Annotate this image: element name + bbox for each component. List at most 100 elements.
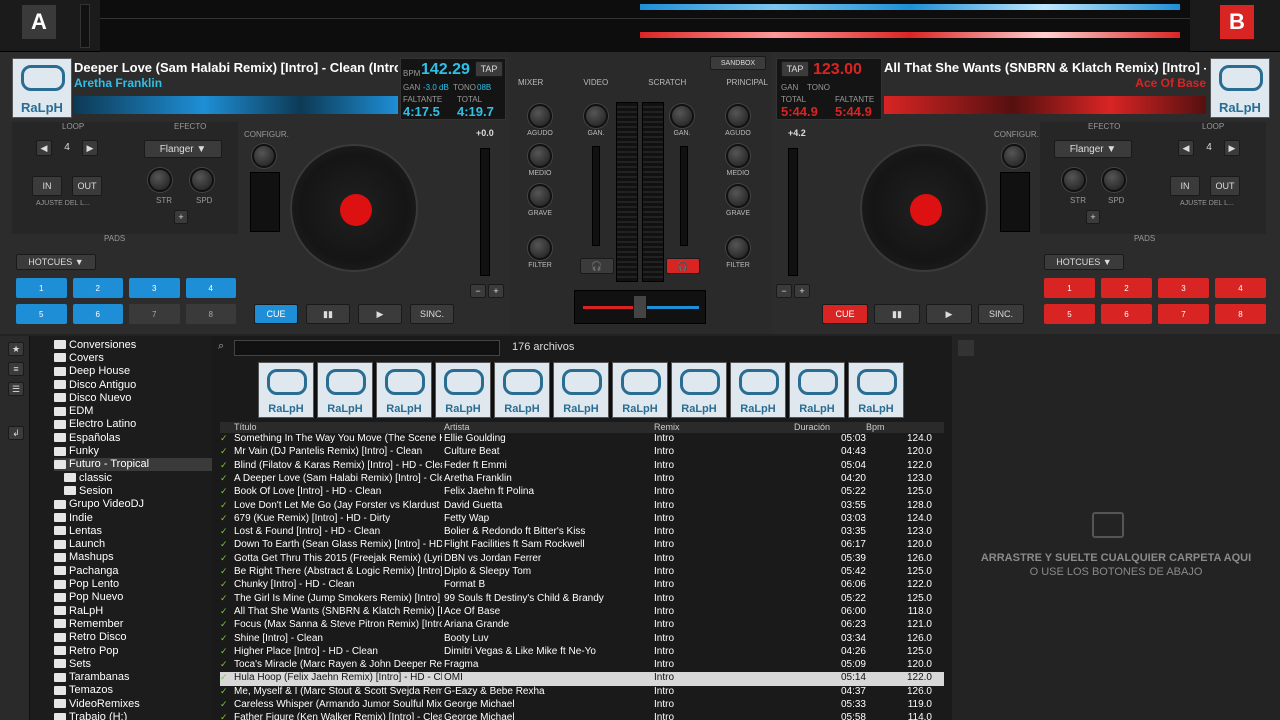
sideview-button[interactable] [958, 340, 974, 356]
folder-item[interactable]: Deep House [54, 365, 212, 378]
track-thumbnail[interactable]: RaLpH [612, 362, 668, 418]
folder-item[interactable]: EDM [54, 405, 212, 418]
loop-increase-button[interactable]: ▶ [82, 140, 98, 156]
table-row[interactable]: ✓ Focus (Max Sanna & Steve Pitron Remix) … [220, 619, 944, 632]
loop-in-button-b[interactable]: IN [1170, 176, 1200, 196]
folder-item[interactable]: Disco Antiguo [54, 378, 212, 391]
folder-item[interactable]: Mashups [54, 551, 212, 564]
deck-b-play-button[interactable]: ▶ [926, 304, 972, 324]
playlist-icon[interactable]: ☰ [8, 382, 24, 396]
table-row[interactable]: ✓ Careless Whisper (Armando Jumor Soulful… [220, 699, 944, 712]
folder-item[interactable]: RaLpH [54, 604, 212, 617]
pad-5[interactable]: 5 [16, 304, 67, 324]
deck-b-effect-select[interactable]: Flanger ▼ [1054, 140, 1132, 158]
folder-item[interactable]: Indie [54, 511, 212, 524]
back-icon[interactable]: ↲ [8, 426, 24, 440]
search-input[interactable] [234, 340, 500, 356]
pad-7[interactable]: 7 [129, 304, 180, 324]
effect-spd-knob[interactable] [190, 168, 214, 192]
pad-b-1[interactable]: 1 [1044, 278, 1095, 298]
table-row[interactable]: ✓ Down To Earth (Sean Glass Remix) [Intro… [220, 539, 944, 552]
loop-in-button[interactable]: IN [32, 176, 62, 196]
pitch-up-button-b[interactable]: + [794, 284, 810, 298]
table-row[interactable]: ✓ A Deeper Love (Sam Halabi Remix) [Intro… [220, 473, 944, 486]
deck-a-tap-button[interactable]: TAP [475, 61, 503, 77]
effect-spd-knob-b[interactable] [1102, 168, 1126, 192]
folder-item[interactable]: VideoRemixes [54, 697, 212, 710]
table-row[interactable]: ✓ Gotta Get Thru This 2015 (Freejak Remix… [220, 553, 944, 566]
track-thumbnail[interactable]: RaLpH [317, 362, 373, 418]
folder-item[interactable]: Electro Latino [54, 418, 212, 431]
deck-a-sync-button[interactable]: SINC. [410, 304, 454, 324]
effect-str-knob[interactable] [148, 168, 172, 192]
folder-item[interactable]: Covers [54, 351, 212, 364]
table-row[interactable]: ✓ Something In The Way You Move (The Scen… [220, 433, 944, 446]
folder-item[interactable]: Españolas [54, 431, 212, 444]
mid-knob-a[interactable] [528, 144, 552, 168]
loop-decrease-button-b[interactable]: ◀ [1178, 140, 1194, 156]
pitch-down-button-b[interactable]: − [776, 284, 792, 298]
folder-item[interactable]: Funky [54, 444, 212, 457]
folder-item[interactable]: Retro Pop [54, 644, 212, 657]
pitch-down-button[interactable]: − [470, 284, 486, 298]
deck-b-cue-button[interactable]: CUE [822, 304, 868, 324]
deck-a-waveform[interactable] [74, 96, 398, 114]
headphone-b-button[interactable]: 🎧 [666, 258, 700, 274]
deck-a-stop-button[interactable]: ▮▮ [306, 304, 350, 324]
table-row[interactable]: ✓ Be Right There (Abstract & Logic Remix)… [220, 566, 944, 579]
crossfader-mini[interactable] [80, 4, 90, 48]
folder-item[interactable]: Disco Nuevo [54, 391, 212, 404]
treble-knob-a[interactable] [528, 104, 552, 128]
table-row[interactable]: ✓ Shine [Intro] - Clean Booty Luv Intro 03:3… [220, 633, 944, 646]
list-icon[interactable]: ≡ [8, 362, 24, 376]
table-row[interactable]: ✓ Lost & Found [Intro] - HD - Clean Bolier… [220, 526, 944, 539]
loop-increase-button-b[interactable]: ▶ [1224, 140, 1240, 156]
pad-b-3[interactable]: 3 [1158, 278, 1209, 298]
treble-knob-b[interactable] [726, 104, 750, 128]
table-row[interactable]: ✓ Toca's Miracle (Marc Rayen & John Deepe… [220, 659, 944, 672]
deck-b-pitch-slider[interactable] [788, 148, 798, 276]
star-icon[interactable]: ★ [8, 342, 24, 356]
loop-out-button-b[interactable]: OUT [1210, 176, 1240, 196]
folder-item[interactable]: Conversiones [54, 338, 212, 351]
gain-knob-b[interactable] [670, 104, 694, 128]
filter-knob-a[interactable] [528, 236, 552, 260]
folder-item[interactable]: Pop Lento [54, 577, 212, 590]
folder-item[interactable]: Retro Disco [54, 631, 212, 644]
track-thumbnail[interactable]: RaLpH [848, 362, 904, 418]
deck-a-selector[interactable]: A [22, 5, 56, 39]
loop-decrease-button[interactable]: ◀ [36, 140, 52, 156]
pad-1[interactable]: 1 [16, 278, 67, 298]
gain-knob-a[interactable] [584, 104, 608, 128]
pad-b-4[interactable]: 4 [1215, 278, 1266, 298]
table-row[interactable]: ✓ Me, Myself & I (Marc Stout & Scott Svej… [220, 686, 944, 699]
deck-a-pitch-slider[interactable] [480, 148, 490, 276]
add-effect-button-b[interactable]: + [1086, 210, 1100, 224]
sandbox-button[interactable]: SANDBOX [710, 56, 766, 70]
overview-waveforms[interactable] [100, 0, 1190, 52]
tab-video[interactable]: VIDEO [583, 78, 608, 87]
folder-item[interactable]: classic [64, 471, 212, 484]
track-thumbnail[interactable]: RaLpH [435, 362, 491, 418]
track-thumbnail[interactable]: RaLpH [789, 362, 845, 418]
deck-a-slots[interactable] [250, 172, 280, 232]
folder-item[interactable]: Launch [54, 538, 212, 551]
pad-b-7[interactable]: 7 [1158, 304, 1209, 324]
bass-knob-b[interactable] [726, 184, 750, 208]
pad-8[interactable]: 8 [185, 304, 236, 324]
folder-item[interactable]: Remember [54, 617, 212, 630]
table-row[interactable]: ✓ Book Of Love [Intro] - HD - Clean Felix … [220, 486, 944, 499]
table-row[interactable]: ✓ Mr Vain (DJ Pantelis Remix) [Intro] - C… [220, 446, 944, 459]
folder-item[interactable]: Grupo VideoDJ [54, 498, 212, 511]
pad-b-6[interactable]: 6 [1101, 304, 1152, 324]
folder-item[interactable]: Lentas [54, 524, 212, 537]
deck-b-slots[interactable] [1000, 172, 1030, 232]
hotcues-select[interactable]: HOTCUES ▼ [16, 254, 96, 270]
volume-fader-b[interactable] [680, 146, 688, 246]
crossfader-handle[interactable] [633, 295, 647, 319]
pad-b-8[interactable]: 8 [1215, 304, 1266, 324]
loop-out-button[interactable]: OUT [72, 176, 102, 196]
filter-knob-b[interactable] [726, 236, 750, 260]
deck-a-effect-select[interactable]: Flanger ▼ [144, 140, 222, 158]
table-row[interactable]: ✓ Love Don't Let Me Go (Jay Forster vs Kl… [220, 500, 944, 513]
